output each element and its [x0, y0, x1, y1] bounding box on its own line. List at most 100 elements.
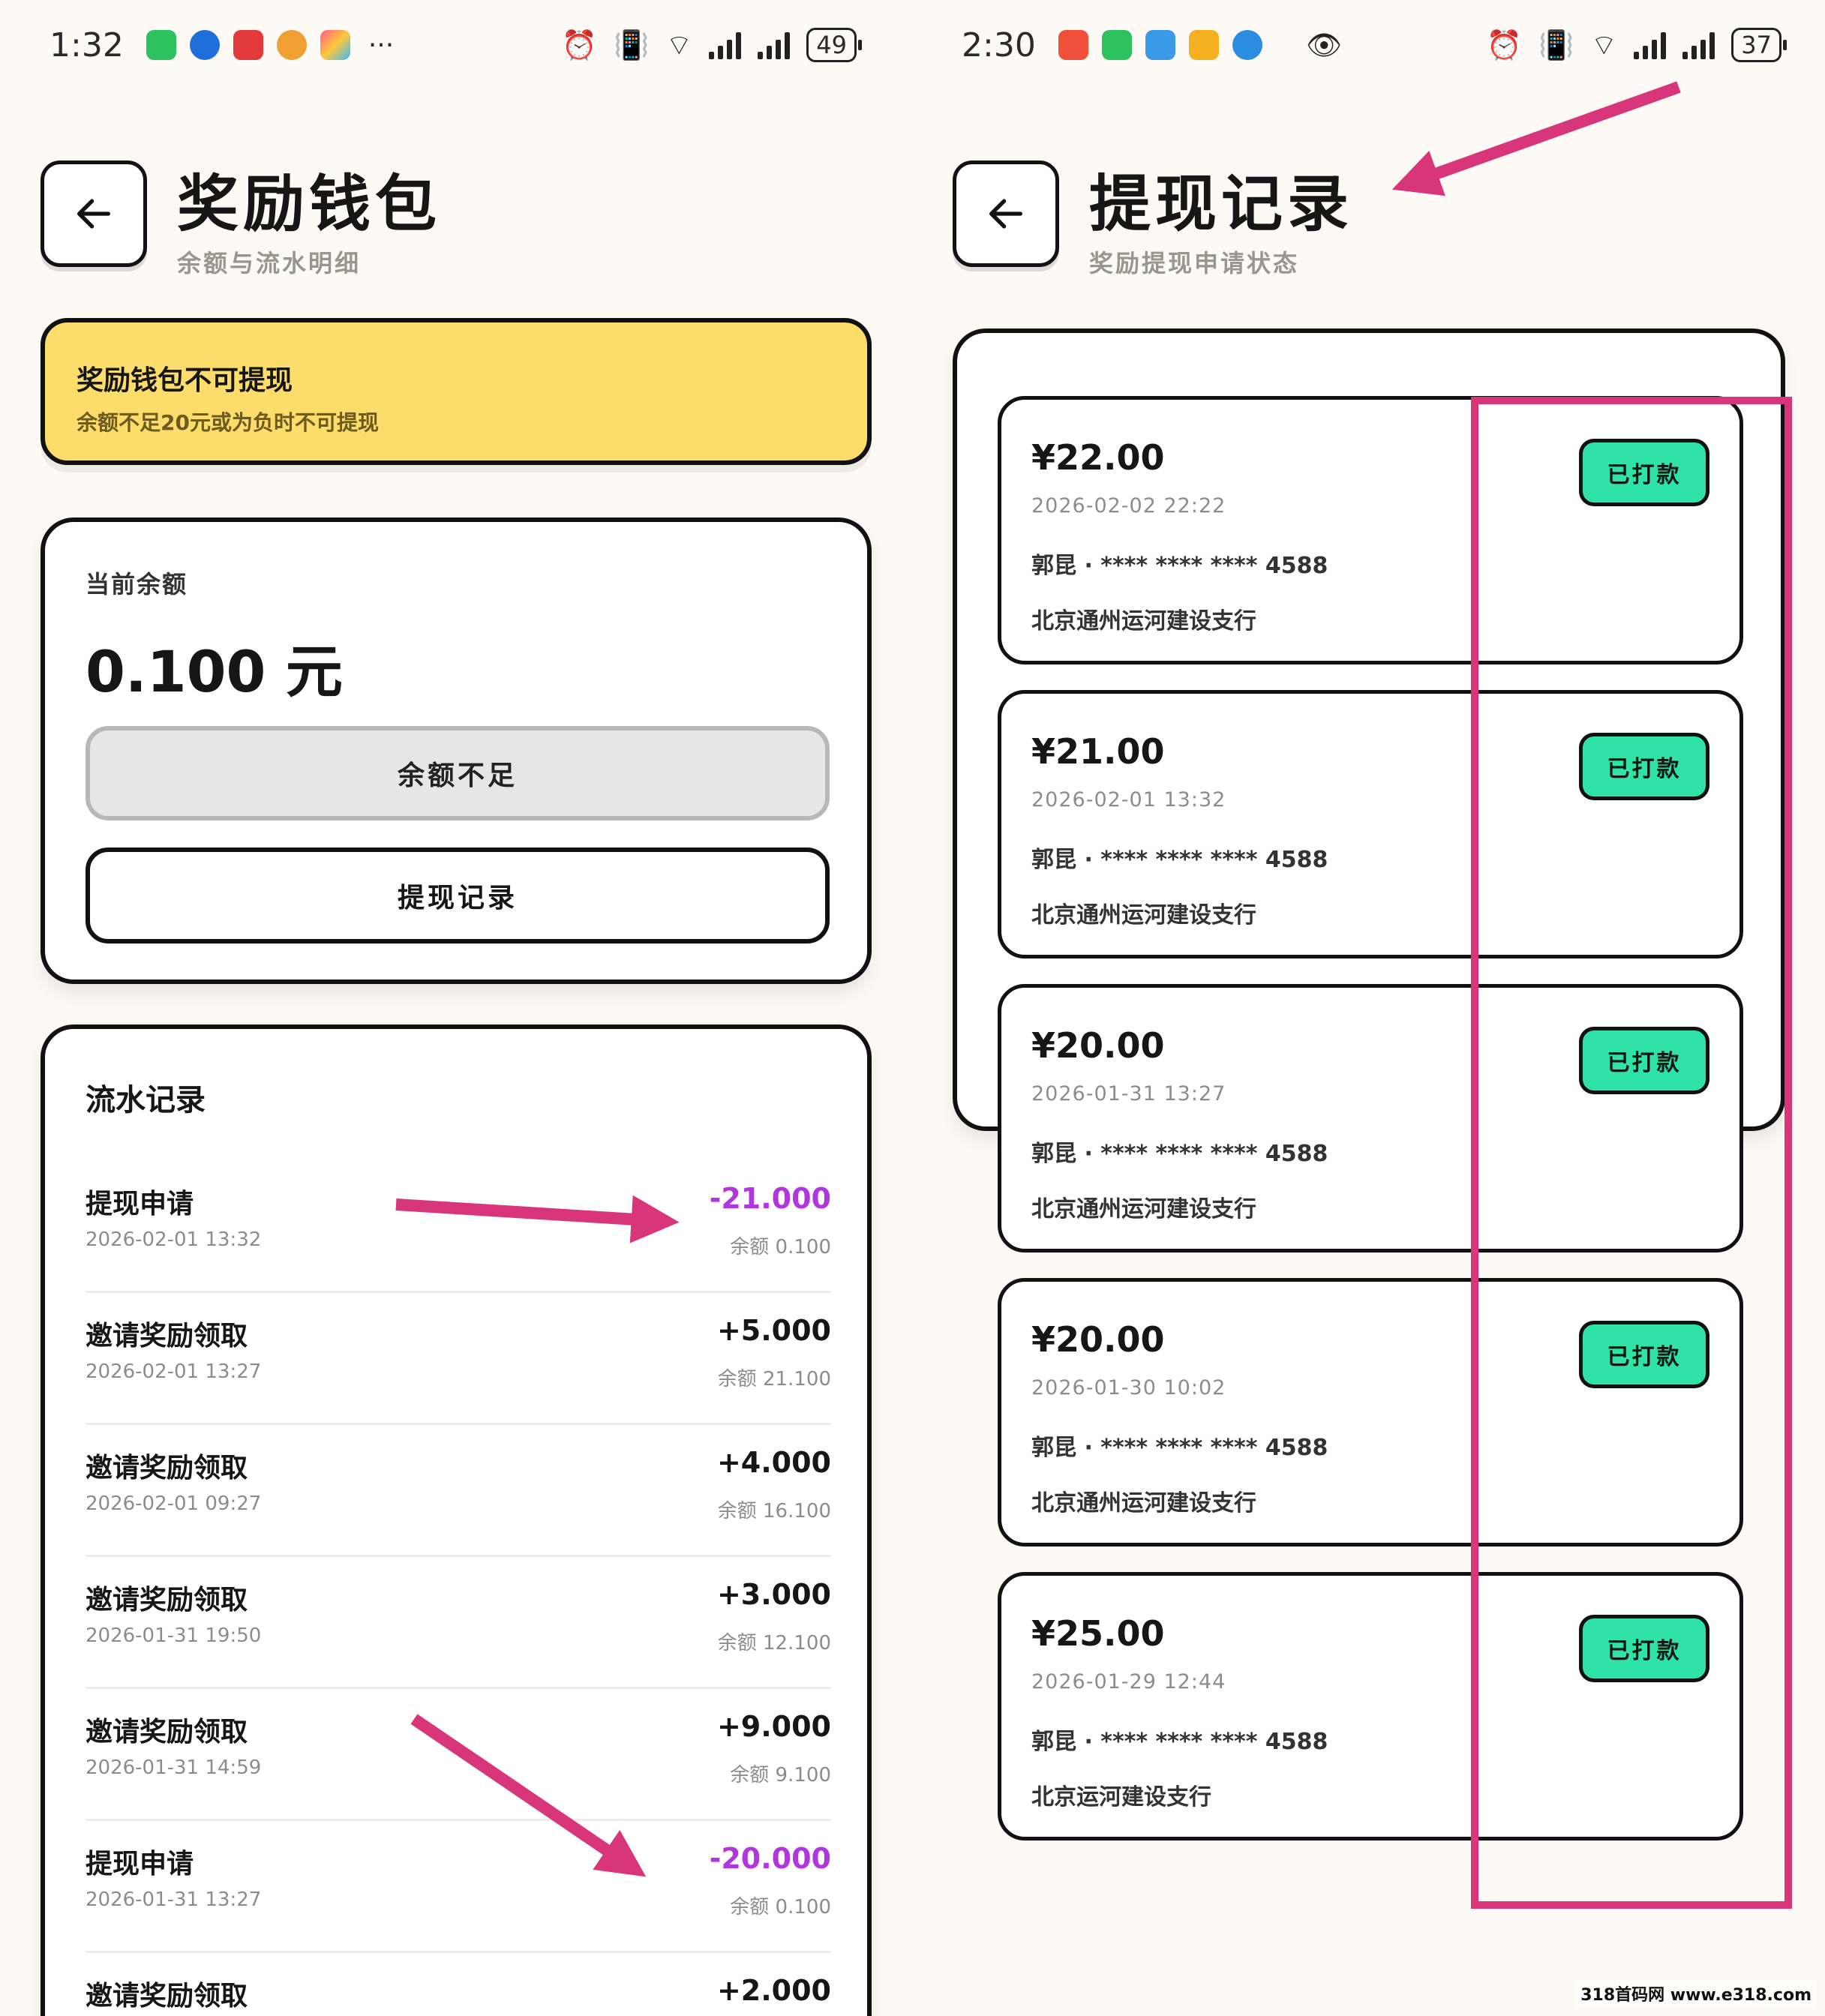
record-card-number: 郭昆 · **** **** **** 4588 — [1031, 1141, 1328, 1167]
alarm-icon: ⏰ — [561, 28, 598, 62]
wechat-icon — [1101, 30, 1132, 60]
app-c-icon — [189, 30, 220, 60]
browser-icon — [1232, 30, 1262, 60]
signal-2-icon — [1682, 31, 1715, 59]
transaction-balance: 余额 0.100 — [730, 1236, 831, 1258]
transaction-title: 邀请奖励领取 — [86, 1981, 248, 2012]
record-date: 2026-02-02 22:22 — [1031, 494, 1226, 518]
record-card-number: 郭昆 · **** **** **** 4588 — [1031, 1435, 1328, 1461]
record-date: 2026-01-31 13:27 — [1031, 1082, 1226, 1106]
blue-app-icon — [1145, 30, 1175, 60]
record-bank: 北京通州运河建设支行 — [1031, 1196, 1256, 1222]
transaction-date: 2026-01-31 14:59 — [86, 1756, 262, 1779]
back-button[interactable] — [41, 160, 147, 267]
transaction-title: 邀请奖励领取 — [86, 1717, 248, 1748]
record-bank: 北京通州运河建设支行 — [1031, 608, 1256, 634]
status-badge: 已打款 — [1579, 1321, 1709, 1388]
record-amount: ¥25.00 — [1031, 1613, 1165, 1654]
notice-title: 奖励钱包不可提现 — [77, 365, 293, 396]
transaction-balance: 余额 21.100 — [717, 1368, 831, 1390]
eye-icon: 👁 — [1305, 28, 1343, 62]
transaction-row: 邀请奖励领取 +2.000 — [86, 1953, 831, 2016]
page-subtitle: 余额与流水明细 — [177, 249, 362, 278]
transaction-row: 邀请奖励领取 2026-02-01 09:27 +4.000 余额 16.100 — [86, 1425, 831, 1557]
status-time: 1:32 — [50, 26, 124, 64]
transaction-title: 邀请奖励领取 — [86, 1585, 248, 1616]
wechat-icon — [146, 30, 176, 60]
transaction-balance: 余额 16.100 — [717, 1500, 831, 1522]
record-card-number: 郭昆 · **** **** **** 4588 — [1031, 553, 1328, 579]
transaction-row: 邀请奖励领取 2026-01-31 19:50 +3.000 余额 12.100 — [86, 1557, 831, 1689]
transaction-row: 提现申请 2026-02-01 13:32 -21.000 余额 0.100 — [86, 1161, 831, 1293]
transaction-title: 流水记录 — [86, 1083, 206, 1118]
page-title: 奖励钱包 — [177, 169, 442, 240]
record-amount: ¥21.00 — [1031, 731, 1165, 772]
withdraw-records-button[interactable]: 提现记录 — [86, 848, 830, 944]
transaction-amount: +5.000 — [716, 1314, 831, 1347]
withdraw-notice: 奖励钱包不可提现 余额不足20元或为负时不可提现 — [41, 318, 872, 465]
transaction-title: 邀请奖励领取 — [86, 1453, 248, 1484]
withdraw-record[interactable]: ¥20.00 2026-01-31 13:27 郭昆 · **** **** ***… — [998, 984, 1743, 1252]
transaction-amount: +2.000 — [716, 1974, 831, 2007]
status-bar: 2:30 👁 ⏰ 📳 ⌔ 37 — [912, 21, 1825, 69]
balance-label: 当前余额 — [86, 570, 188, 598]
weibo-icon — [276, 30, 307, 60]
back-button[interactable] — [953, 160, 1059, 267]
status-badge: 已打款 — [1579, 733, 1709, 800]
transaction-date: 2026-01-31 13:27 — [86, 1888, 262, 1911]
balance-value: 0.100 元 — [86, 638, 343, 705]
transaction-balance: 余额 9.100 — [730, 1764, 831, 1786]
wifi-icon: ⌔ — [1590, 28, 1618, 62]
battery-icon: 49 — [806, 28, 862, 62]
status-badge: 已打款 — [1579, 1027, 1709, 1094]
signal-icon — [709, 31, 742, 59]
status-bar: 1:32 ··· ⏰ 📳 ⌔ 49 — [0, 21, 900, 69]
transaction-amount: +4.000 — [716, 1446, 831, 1479]
status-badge: 已打款 — [1579, 439, 1709, 506]
transaction-row: 邀请奖励领取 2026-02-01 13:27 +5.000 余额 21.100 — [86, 1293, 831, 1425]
multicolor-app-icon — [320, 30, 350, 60]
transaction-title: 提现申请 — [86, 1849, 194, 1880]
transaction-row: 提现申请 2026-01-31 13:27 -20.000 余额 0.100 — [86, 1821, 831, 1953]
balance-card: 当前余额 0.100 元 余额不足 提现记录 — [41, 518, 872, 984]
transaction-date: 2026-02-01 13:32 — [86, 1228, 262, 1251]
record-card-number: 郭昆 · **** **** **** 4588 — [1031, 1729, 1328, 1755]
transaction-balance: 余额 0.100 — [730, 1896, 831, 1918]
transaction-card: 流水记录 提现申请 2026-02-01 13:32 -21.000 余额 0.100… — [41, 1024, 872, 2016]
alarm-icon: ⏰ — [1486, 28, 1523, 62]
status-time: 2:30 — [962, 26, 1036, 64]
record-card-number: 郭昆 · **** **** **** 4588 — [1031, 847, 1328, 873]
transaction-title: 邀请奖励领取 — [86, 1321, 248, 1352]
transaction-balance: 余额 12.100 — [717, 1632, 831, 1654]
transaction-amount: -20.000 — [709, 1842, 831, 1875]
arrow-left-icon — [989, 199, 1022, 229]
record-amount: ¥20.00 — [1031, 1319, 1165, 1360]
mail-icon — [1188, 30, 1219, 60]
transaction-amount: +3.000 — [716, 1578, 831, 1611]
withdraw-record[interactable]: ¥20.00 2026-01-30 10:02 郭昆 · **** **** ***… — [998, 1278, 1743, 1546]
record-bank: 北京通州运河建设支行 — [1031, 1490, 1256, 1516]
record-amount: ¥22.00 — [1031, 437, 1165, 478]
transaction-amount: -21.000 — [709, 1182, 831, 1215]
withdraw-records-screen: 2:30 👁 ⏰ 📳 ⌔ 37 提现记录 奖励提现申请状态 ¥22.00 2026… — [912, 0, 1825, 2016]
record-bank: 北京通州运河建设支行 — [1031, 902, 1256, 928]
wallet-screen: 1:32 ··· ⏰ 📳 ⌔ 49 奖励钱包 余额与流水明细 奖励钱包不可提现 … — [0, 0, 900, 2016]
insufficient-balance-button[interactable]: 余额不足 — [86, 726, 830, 820]
more-notifications-icon: ··· — [368, 29, 395, 61]
page-title: 提现记录 — [1089, 169, 1354, 240]
withdraw-record[interactable]: ¥22.00 2026-02-02 22:22 郭昆 · **** **** ***… — [998, 396, 1743, 664]
withdraw-record[interactable]: ¥21.00 2026-02-01 13:32 郭昆 · **** **** ***… — [998, 690, 1743, 958]
page-subtitle: 奖励提现申请状态 — [1089, 249, 1300, 278]
transaction-row: 邀请奖励领取 2026-01-31 14:59 +9.000 余额 9.100 — [86, 1689, 831, 1821]
wifi-icon: ⌔ — [665, 28, 693, 62]
vibrate-icon: 📳 — [614, 28, 650, 62]
transaction-amount: +9.000 — [716, 1710, 831, 1743]
battery-icon: 37 — [1731, 28, 1787, 62]
record-bank: 北京运河建设支行 — [1031, 1784, 1211, 1810]
record-date: 2026-01-29 12:44 — [1031, 1670, 1226, 1694]
arrow-left-icon — [77, 199, 110, 229]
records-card: ¥22.00 2026-02-02 22:22 郭昆 · **** **** ***… — [953, 328, 1785, 1840]
transaction-date: 2026-02-01 13:27 — [86, 1360, 262, 1383]
transaction-date: 2026-02-01 09:27 — [86, 1492, 262, 1515]
withdraw-record[interactable]: ¥25.00 2026-01-29 12:44 郭昆 · **** **** ***… — [998, 1572, 1743, 1840]
